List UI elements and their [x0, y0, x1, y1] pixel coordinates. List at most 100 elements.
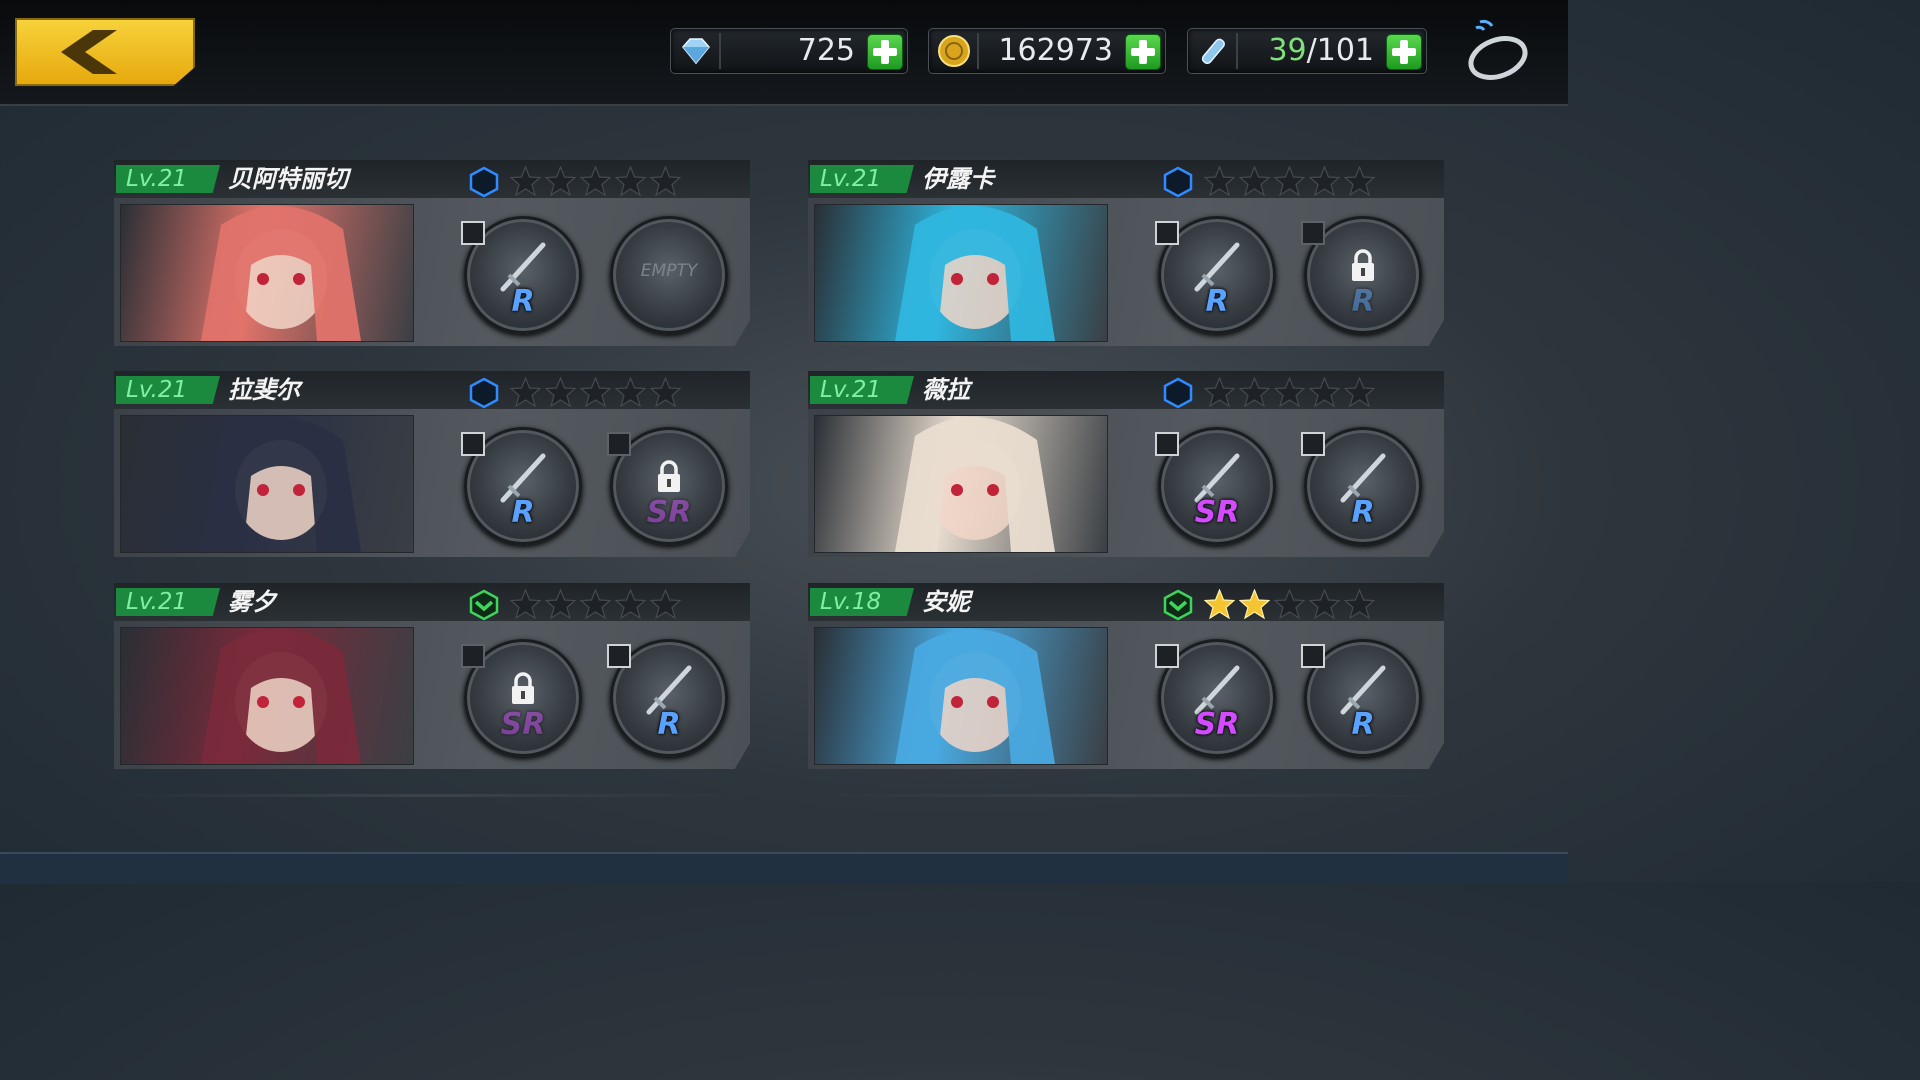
weapon-slot-1[interactable]: SR: [1155, 639, 1276, 757]
star-rating: [1203, 165, 1379, 197]
edit-slot-icon[interactable]: [461, 432, 485, 456]
diamond-counter: 725: [670, 28, 908, 74]
row-divider: [114, 794, 750, 797]
star-rating: [1203, 376, 1379, 408]
star-icon: [509, 376, 542, 408]
edit-slot-icon[interactable]: [1301, 221, 1325, 245]
weapon-slot-2[interactable]: R: [1301, 216, 1422, 334]
weapon-slot-1[interactable]: R: [461, 216, 582, 334]
star-icon: [1343, 376, 1376, 408]
character-card[interactable]: Lv.21 薇拉 SR R: [808, 371, 1444, 557]
star-icon: [544, 165, 577, 197]
card-header: Lv.21 伊露卡: [808, 160, 1444, 198]
star-icon: [579, 376, 612, 408]
star-icon: [649, 588, 682, 620]
star-icon: [614, 588, 647, 620]
level-badge: Lv.21: [116, 165, 220, 193]
character-name: 拉斐尔: [228, 376, 300, 404]
character-card[interactable]: Lv.21 伊露卡 R R: [808, 160, 1444, 346]
rarity-label: SR: [500, 707, 546, 742]
edit-slot-icon[interactable]: [1155, 221, 1179, 245]
star-icon: [509, 165, 542, 197]
rank-hexagon-icon: [469, 377, 499, 409]
edit-slot-icon[interactable]: [461, 221, 485, 245]
star-icon: [614, 376, 647, 408]
character-portrait[interactable]: [120, 627, 414, 765]
card-header: Lv.18 安妮: [808, 583, 1444, 621]
star-icon: [614, 165, 647, 197]
add-gold-button[interactable]: [1125, 34, 1161, 70]
star-icon: [579, 588, 612, 620]
star-icon: [1343, 165, 1376, 197]
portrait-figure: [201, 205, 361, 341]
weapon-slot-1[interactable]: R: [1155, 216, 1276, 334]
top-bar: 725 162973 39/101: [0, 0, 1568, 106]
star-icon: [1308, 165, 1341, 197]
bottom-strip: [0, 852, 1568, 884]
weapon-slot-1[interactable]: R: [461, 427, 582, 545]
star-icon: [1273, 588, 1306, 620]
character-portrait[interactable]: [814, 415, 1108, 553]
edit-slot-icon[interactable]: [1155, 644, 1179, 668]
star-icon: [649, 165, 682, 197]
level-badge: Lv.21: [116, 588, 220, 616]
add-stamina-button[interactable]: [1386, 34, 1422, 70]
rarity-label: R: [1351, 284, 1375, 319]
character-card[interactable]: Lv.21 拉斐尔 R SR: [114, 371, 750, 557]
level-badge: Lv.21: [810, 165, 914, 193]
rarity-label: SR: [646, 495, 692, 530]
card-header: Lv.21 雾夕: [114, 583, 750, 621]
add-diamonds-button[interactable]: [867, 34, 903, 70]
star-icon: [1308, 376, 1341, 408]
character-portrait[interactable]: [814, 204, 1108, 342]
character-name: 薇拉: [922, 376, 970, 404]
star-icon: [649, 376, 682, 408]
star-icon: [544, 588, 577, 620]
back-button[interactable]: [15, 18, 195, 86]
rarity-label: R: [657, 707, 681, 742]
edit-slot-icon[interactable]: [1301, 644, 1325, 668]
star-icon: [1343, 588, 1376, 620]
gold-coin-icon: [938, 35, 970, 67]
rarity-label: R: [511, 495, 535, 530]
star-icon: [1238, 165, 1271, 197]
weapon-slot-2[interactable]: R: [1301, 427, 1422, 545]
lock-icon: [1352, 249, 1374, 281]
edit-slot-icon[interactable]: [461, 644, 485, 668]
rarity-label: SR: [1194, 495, 1240, 530]
wireless-bracelet-icon[interactable]: [1462, 14, 1532, 84]
lock-icon: [512, 672, 534, 704]
edit-slot-icon[interactable]: [607, 644, 631, 668]
weapon-slot-2[interactable]: R: [607, 639, 728, 757]
weapon-slot-1[interactable]: SR: [461, 639, 582, 757]
edit-slot-icon[interactable]: [1155, 432, 1179, 456]
weapon-slot-2[interactable]: SR: [607, 427, 728, 545]
star-icon: [579, 165, 612, 197]
character-portrait[interactable]: [120, 204, 414, 342]
card-header: Lv.21 贝阿特丽切: [114, 160, 750, 198]
portrait-figure: [201, 628, 361, 764]
weapon-slot-2[interactable]: R: [1301, 639, 1422, 757]
weapon-slot-1[interactable]: SR: [1155, 427, 1276, 545]
level-badge: Lv.21: [810, 376, 914, 404]
character-name: 伊露卡: [922, 165, 994, 193]
level-badge: Lv.21: [116, 376, 220, 404]
edit-slot-icon[interactable]: [607, 432, 631, 456]
weapon-slot-2[interactable]: EMPTY: [610, 216, 728, 334]
character-portrait[interactable]: [814, 627, 1108, 765]
character-card[interactable]: Lv.21 雾夕 SR R: [114, 583, 750, 769]
edit-slot-icon[interactable]: [1301, 432, 1325, 456]
character-card[interactable]: Lv.21 贝阿特丽切 R EMPTY: [114, 160, 750, 346]
star-icon: [1273, 376, 1306, 408]
star-icon: [509, 588, 542, 620]
lock-icon: [658, 460, 680, 492]
character-card[interactable]: Lv.18 安妮 SR R: [808, 583, 1444, 769]
rank-hexagon-icon: [469, 166, 499, 198]
character-portrait[interactable]: [120, 415, 414, 553]
star-icon: [1203, 376, 1236, 408]
star-rating: [509, 588, 685, 620]
rank-chevron-icon: [469, 589, 499, 621]
portrait-figure: [895, 205, 1055, 341]
star-rating: [1203, 588, 1379, 620]
empty-slot-label: EMPTY: [640, 261, 698, 281]
